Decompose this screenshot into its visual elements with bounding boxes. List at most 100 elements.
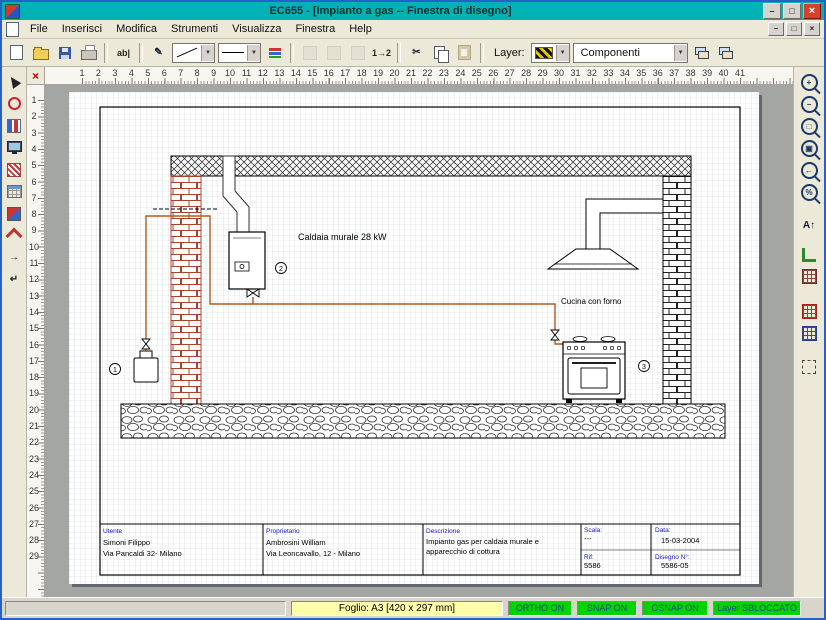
dropdown-arrow-icon[interactable] <box>201 45 214 61</box>
group-button[interactable] <box>298 42 321 64</box>
callout-2[interactable]: 2 <box>276 263 287 274</box>
boiler-label[interactable]: Caldaia murale 28 kW <box>298 232 387 242</box>
vruler-number: 21 <box>27 421 41 431</box>
cooker[interactable] <box>563 337 625 404</box>
new-button[interactable] <box>5 42 28 64</box>
menu-inserisci[interactable]: Inserisci <box>55 22 109 36</box>
app-icon[interactable] <box>5 4 20 19</box>
status-snap-toggle[interactable]: SNAP ON <box>577 601 637 616</box>
ruler-origin-button[interactable] <box>27 67 45 84</box>
zoom-in-button[interactable]: + <box>797 72 821 93</box>
vruler-number: 28 <box>27 535 41 545</box>
swap-button[interactable]: 1→2 <box>370 42 393 64</box>
save-button[interactable] <box>53 42 76 64</box>
titleblock-proprietario-name[interactable]: Ambrosini William <box>266 538 326 547</box>
ground-hatch[interactable] <box>121 404 725 438</box>
column-tool-button[interactable] <box>2 115 26 136</box>
return-tool-button[interactable]: ↵ <box>2 269 26 290</box>
maximize-button[interactable] <box>783 3 801 19</box>
menu-help[interactable]: Help <box>342 22 379 36</box>
palette-tool-button[interactable] <box>2 203 26 224</box>
dropdown-arrow-icon[interactable] <box>247 45 260 61</box>
tools-button[interactable] <box>2 225 26 246</box>
text-tool-button[interactable]: ab| <box>112 42 135 64</box>
menu-finestra[interactable]: Finestra <box>288 22 342 36</box>
titleblock-data-value[interactable]: 15-03-2004 <box>661 536 699 545</box>
titleblock-disegno-value[interactable]: 5586-05 <box>661 561 689 570</box>
line-color-button[interactable] <box>263 42 286 64</box>
toolbar-gap <box>794 288 824 300</box>
linestyle-select[interactable] <box>218 43 261 63</box>
copy-button[interactable] <box>429 42 452 64</box>
paste-button[interactable] <box>453 42 476 64</box>
titleblock-descrizione-line1[interactable]: Impianto gas per caldaia murale e <box>426 537 539 546</box>
pencil-tool-button[interactable]: ✎ <box>147 42 170 64</box>
titleblock-descrizione-line2[interactable]: apparecchio di cottura <box>426 547 501 556</box>
close-button[interactable] <box>803 3 821 19</box>
preview-tool-button[interactable] <box>2 137 26 158</box>
osnap-grid-button[interactable] <box>797 323 821 344</box>
menu-strumenti[interactable]: Strumenti <box>164 22 225 36</box>
menu-file[interactable]: File <box>23 22 55 36</box>
text-height-button[interactable]: A↑ <box>797 215 821 236</box>
dropdown-arrow-icon[interactable] <box>674 45 687 61</box>
menu-visualizza[interactable]: Visualizza <box>225 22 288 36</box>
right-brick-column[interactable] <box>663 176 691 404</box>
zoom-previous-button[interactable]: ← <box>797 160 821 181</box>
cut-button[interactable]: ✂ <box>405 42 428 64</box>
child-window-icon[interactable] <box>6 22 19 37</box>
callout-1[interactable]: 1 <box>110 364 121 375</box>
next-tool-button[interactable]: → <box>2 247 26 268</box>
layer-style-select[interactable] <box>531 43 570 63</box>
mdi-restore-button[interactable] <box>786 22 802 36</box>
select-tool-button[interactable] <box>2 71 26 92</box>
hatch-tool-button[interactable] <box>2 159 26 180</box>
drawing-area[interactable]: Caldaia murale 28 kW Cucina con forno 1 … <box>45 85 793 597</box>
print-button[interactable] <box>77 42 100 64</box>
vruler-number: 17 <box>27 356 41 366</box>
measure-button[interactable] <box>797 244 821 265</box>
cooker-label[interactable]: Cucina con forno <box>561 297 622 306</box>
callout-3[interactable]: 3 <box>639 361 650 372</box>
titleblock-proprietario-addr[interactable]: Via Leoncavallo, 12 - Milano <box>266 549 360 558</box>
wall-beam[interactable] <box>171 156 691 176</box>
status-layer-lock[interactable]: Layer SBLOCCATO <box>713 601 801 616</box>
layer-name-select[interactable]: Componenti <box>573 43 688 63</box>
titleblock-utente-addr[interactable]: Via Pancaldi 32- Milano <box>103 549 182 558</box>
align-button[interactable] <box>346 42 369 64</box>
titleblock-proprietario-label: Proprietario <box>266 528 300 535</box>
boiler[interactable] <box>229 232 265 289</box>
hruler-number: 20 <box>389 68 401 78</box>
status-sheet[interactable]: Foglio: A3 [420 x 297 mm] <box>291 601 503 616</box>
layer-properties-button[interactable] <box>714 42 737 64</box>
selection-window-button[interactable] <box>797 356 821 377</box>
titleblock-utente-name[interactable]: Simoni Filippo <box>103 538 150 547</box>
drawing-canvas[interactable]: Caldaia murale 28 kW Cucina con forno 1 … <box>69 92 759 584</box>
menu-modifica[interactable]: Modifica <box>109 22 164 36</box>
grid-settings-button[interactable] <box>797 266 821 287</box>
component-tool-button[interactable] <box>2 93 26 114</box>
minimize-button[interactable] <box>763 3 781 19</box>
left-brick-column[interactable] <box>171 176 201 404</box>
layers-dialog-button[interactable] <box>690 42 713 64</box>
hruler-number: 13 <box>273 68 285 78</box>
open-button[interactable] <box>29 42 52 64</box>
dropdown-arrow-icon[interactable] <box>556 45 569 61</box>
paste-icon <box>458 45 471 60</box>
mdi-minimize-button[interactable] <box>768 22 784 36</box>
ungroup-button[interactable] <box>322 42 345 64</box>
mdi-close-button[interactable] <box>804 22 820 36</box>
status-osnap-toggle[interactable]: OSNAP ON <box>642 601 708 616</box>
paper[interactable]: Caldaia murale 28 kW Cucina con forno 1 … <box>69 92 759 584</box>
snap-grid-button[interactable] <box>797 301 821 322</box>
table-tool-button[interactable] <box>2 181 26 202</box>
zoom-window-button[interactable]: □ <box>797 116 821 137</box>
titleblock-scala-value[interactable]: --- <box>584 534 592 543</box>
group-icon <box>303 46 317 60</box>
status-ortho-toggle[interactable]: ORTHO ON <box>508 601 572 616</box>
linetype-select[interactable] <box>172 43 215 63</box>
titleblock-rif-value[interactable]: 5586 <box>584 561 601 570</box>
zoom-out-button[interactable]: − <box>797 94 821 115</box>
zoom-scale-button[interactable]: % <box>797 182 821 203</box>
zoom-extents-button[interactable]: ▣ <box>797 138 821 159</box>
